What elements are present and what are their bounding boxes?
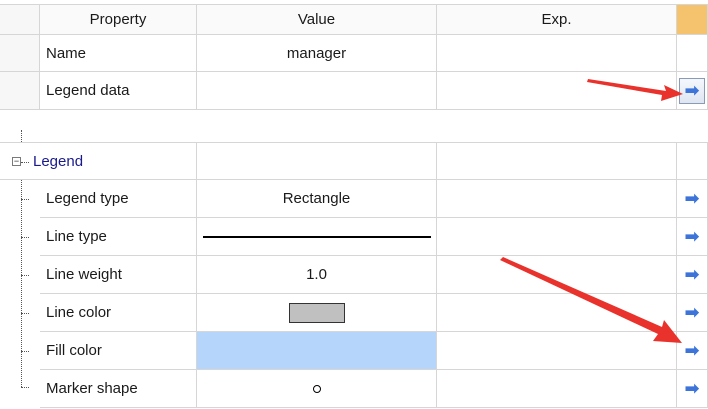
action-cell: ➡ bbox=[677, 72, 708, 110]
arrow-right-icon[interactable]: ➡ bbox=[677, 218, 708, 256]
circle-marker-icon bbox=[312, 384, 321, 393]
exp-cell[interactable] bbox=[437, 218, 677, 256]
solid-line-sample bbox=[202, 235, 431, 238]
line-color-swatch bbox=[288, 302, 345, 323]
column-header-exp[interactable]: Exp. bbox=[437, 5, 677, 35]
header-row: Property Value Exp. bbox=[0, 4, 708, 35]
arrow-right-icon[interactable]: ➡ bbox=[677, 294, 708, 332]
value-cell[interactable] bbox=[197, 294, 437, 332]
table-row[interactable]: Marker shape ➡ bbox=[0, 370, 708, 408]
table-row[interactable]: Name manager bbox=[0, 35, 708, 72]
value-cell bbox=[197, 143, 437, 180]
exp-cell[interactable] bbox=[437, 332, 677, 370]
exp-cell bbox=[437, 143, 677, 180]
arrow-right-icon[interactable]: ➡ bbox=[677, 180, 708, 218]
table-row[interactable]: Line weight 1.0 ➡ bbox=[0, 256, 708, 294]
value-cell[interactable]: 1.0 bbox=[197, 256, 437, 294]
property-cell: Line weight bbox=[40, 256, 197, 294]
legend-group-row[interactable]: − Legend bbox=[0, 142, 708, 180]
value-cell[interactable] bbox=[197, 370, 437, 408]
property-cell: Fill color bbox=[40, 332, 197, 370]
property-table-top: Property Value Exp. Name manager Legend … bbox=[0, 0, 708, 112]
arrow-right-icon[interactable]: ➡ bbox=[677, 370, 708, 408]
value-cell[interactable] bbox=[197, 218, 437, 256]
row-gutter bbox=[0, 72, 40, 110]
property-cell: Legend data bbox=[40, 72, 197, 110]
value-cell[interactable]: manager bbox=[197, 35, 437, 72]
table-row[interactable]: Line type ➡ bbox=[0, 218, 708, 256]
action-cell bbox=[677, 35, 708, 72]
exp-cell[interactable] bbox=[437, 180, 677, 218]
column-header-value[interactable]: Value bbox=[197, 5, 437, 35]
exp-cell[interactable] bbox=[437, 256, 677, 294]
column-header-property[interactable]: Property bbox=[40, 5, 197, 35]
collapse-icon[interactable]: − bbox=[12, 157, 21, 166]
arrow-right-icon[interactable]: ➡ bbox=[677, 332, 708, 370]
action-cell bbox=[677, 143, 708, 180]
arrow-right-icon[interactable]: ➡ bbox=[677, 256, 708, 294]
fill-color-value[interactable] bbox=[197, 332, 437, 370]
exp-cell[interactable] bbox=[437, 72, 677, 110]
header-accent-cell bbox=[677, 5, 708, 35]
exp-cell[interactable] bbox=[437, 370, 677, 408]
property-table-legend: − Legend Legend type Rectangle ➡ Line ty… bbox=[0, 130, 708, 409]
exp-cell[interactable] bbox=[437, 35, 677, 72]
value-cell[interactable] bbox=[197, 72, 437, 110]
table-row[interactable]: Legend data ➡ bbox=[0, 72, 708, 110]
row-gutter bbox=[0, 35, 40, 72]
property-cell: Name bbox=[40, 35, 197, 72]
property-cell: Line color bbox=[40, 294, 197, 332]
table-row[interactable]: Fill color ➡ bbox=[0, 332, 708, 370]
property-cell: Legend type bbox=[40, 180, 197, 218]
row-gutter bbox=[0, 5, 40, 35]
property-cell: Line type bbox=[40, 218, 197, 256]
table-row[interactable]: Line color ➡ bbox=[0, 294, 708, 332]
table-row[interactable]: Legend type Rectangle ➡ bbox=[0, 180, 708, 218]
value-cell[interactable]: Rectangle bbox=[197, 180, 437, 218]
arrow-right-icon[interactable]: ➡ bbox=[679, 77, 705, 104]
property-cell: Marker shape bbox=[40, 370, 197, 408]
legend-group-label: Legend bbox=[27, 143, 197, 180]
exp-cell[interactable] bbox=[437, 294, 677, 332]
